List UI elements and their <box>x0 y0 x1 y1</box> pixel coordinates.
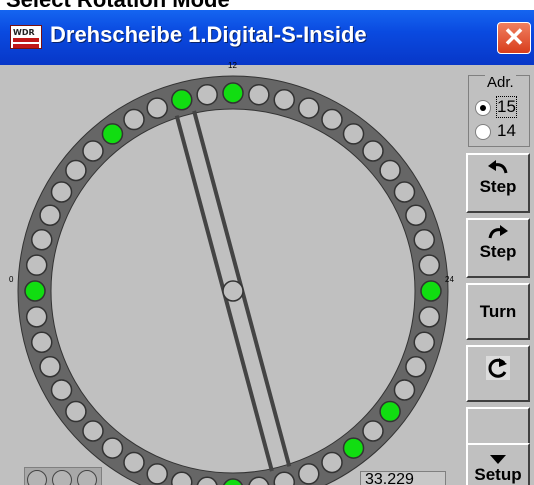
setup-label: Setup <box>474 465 522 484</box>
track-indicator[interactable] <box>362 140 384 162</box>
track-indicator[interactable] <box>405 204 427 226</box>
mini-track-slot <box>52 470 72 485</box>
close-button[interactable]: ✕ <box>497 22 531 54</box>
radio-label-14[interactable]: 14 <box>497 121 516 141</box>
track-indicator[interactable] <box>123 108 145 131</box>
track-indicator[interactable] <box>146 97 168 119</box>
dropdown-arrow-icon <box>490 455 506 464</box>
track-indicator[interactable] <box>196 83 218 106</box>
track-active-indicator[interactable] <box>342 437 365 459</box>
track-indicator[interactable] <box>321 451 343 474</box>
address-group: Adr. 15 14 <box>468 74 530 147</box>
refresh-button[interactable] <box>466 345 530 402</box>
turntable-view[interactable] <box>0 65 466 485</box>
track-indicator[interactable] <box>50 181 73 203</box>
track-indicator[interactable] <box>65 400 87 423</box>
track-indicator[interactable] <box>146 463 168 485</box>
track-indicator[interactable] <box>30 229 53 251</box>
turntable-window: WDR Drehscheibe 1.Digital-S-Inside ✕ 12 … <box>0 10 534 485</box>
rotate-ccw-icon <box>488 160 508 174</box>
step-cw-button[interactable]: Step <box>466 218 530 278</box>
track-indicator[interactable] <box>342 123 365 145</box>
track-indicator[interactable] <box>25 254 48 276</box>
track-indicator[interactable] <box>298 97 320 119</box>
turntable-center <box>222 280 244 302</box>
track-indicator[interactable] <box>248 83 270 106</box>
step-ccw-button[interactable]: Step <box>466 153 530 213</box>
rotate-cw-icon <box>488 225 508 239</box>
track-indicator[interactable] <box>30 331 53 353</box>
step-cw-label: Step <box>479 242 517 261</box>
radio-address-14[interactable] <box>475 124 491 140</box>
title-bar: WDR Drehscheibe 1.Digital-S-Inside ✕ <box>0 10 534 65</box>
label-track-right: 24 <box>445 275 454 284</box>
mini-track-display <box>24 467 102 485</box>
radio-address-15[interactable] <box>475 100 491 116</box>
track-indicator[interactable] <box>418 306 441 328</box>
radio-label-15[interactable]: 15 <box>496 96 517 118</box>
track-indicator[interactable] <box>413 229 436 251</box>
track-indicator[interactable] <box>393 181 416 203</box>
track-indicator[interactable] <box>273 88 295 111</box>
track-indicator[interactable] <box>25 306 48 328</box>
track-indicator[interactable] <box>39 204 61 226</box>
track-active-indicator[interactable] <box>420 280 442 302</box>
label-track-top: 12 <box>228 61 237 70</box>
track-indicator[interactable] <box>82 420 104 442</box>
track-indicator[interactable] <box>39 356 61 378</box>
mini-track-slot <box>27 470 47 485</box>
track-indicator[interactable] <box>418 254 441 276</box>
track-indicator[interactable] <box>321 108 343 131</box>
track-indicator[interactable] <box>379 159 401 182</box>
turn-label: Turn <box>479 302 517 321</box>
track-indicator[interactable] <box>171 471 193 485</box>
app-icon: WDR <box>10 25 42 49</box>
track-indicator[interactable] <box>123 451 145 474</box>
track-indicator[interactable] <box>82 140 104 162</box>
track-indicator[interactable] <box>413 331 436 353</box>
setup-button[interactable]: Setup <box>466 443 530 485</box>
value-readout: 33.229 <box>360 471 446 485</box>
track-active-indicator[interactable] <box>101 123 124 145</box>
track-active-indicator[interactable] <box>222 82 244 104</box>
mini-track-slot <box>77 470 97 485</box>
window-title: Drehscheibe 1.Digital-S-Inside <box>50 22 367 47</box>
client-area: 12 0 24 Adr. 15 14 Step Step Turn Setup … <box>0 61 534 485</box>
track-indicator[interactable] <box>50 379 73 401</box>
track-indicator[interactable] <box>273 471 295 485</box>
track-active-indicator[interactable] <box>379 400 401 423</box>
track-active-indicator[interactable] <box>171 88 193 111</box>
track-indicator[interactable] <box>362 420 384 442</box>
refresh-icon <box>488 358 507 378</box>
track-indicator[interactable] <box>298 463 320 485</box>
track-indicator[interactable] <box>101 437 124 459</box>
track-indicator[interactable] <box>405 356 427 378</box>
track-active-indicator[interactable] <box>24 280 46 302</box>
track-indicator[interactable] <box>65 159 87 182</box>
address-title: Adr. <box>485 74 516 91</box>
label-track-left: 0 <box>9 275 14 284</box>
turn-button[interactable]: Turn <box>466 283 530 340</box>
step-ccw-label: Step <box>479 177 517 196</box>
track-indicator[interactable] <box>393 379 416 401</box>
app-icon-text: WDR <box>13 28 35 37</box>
